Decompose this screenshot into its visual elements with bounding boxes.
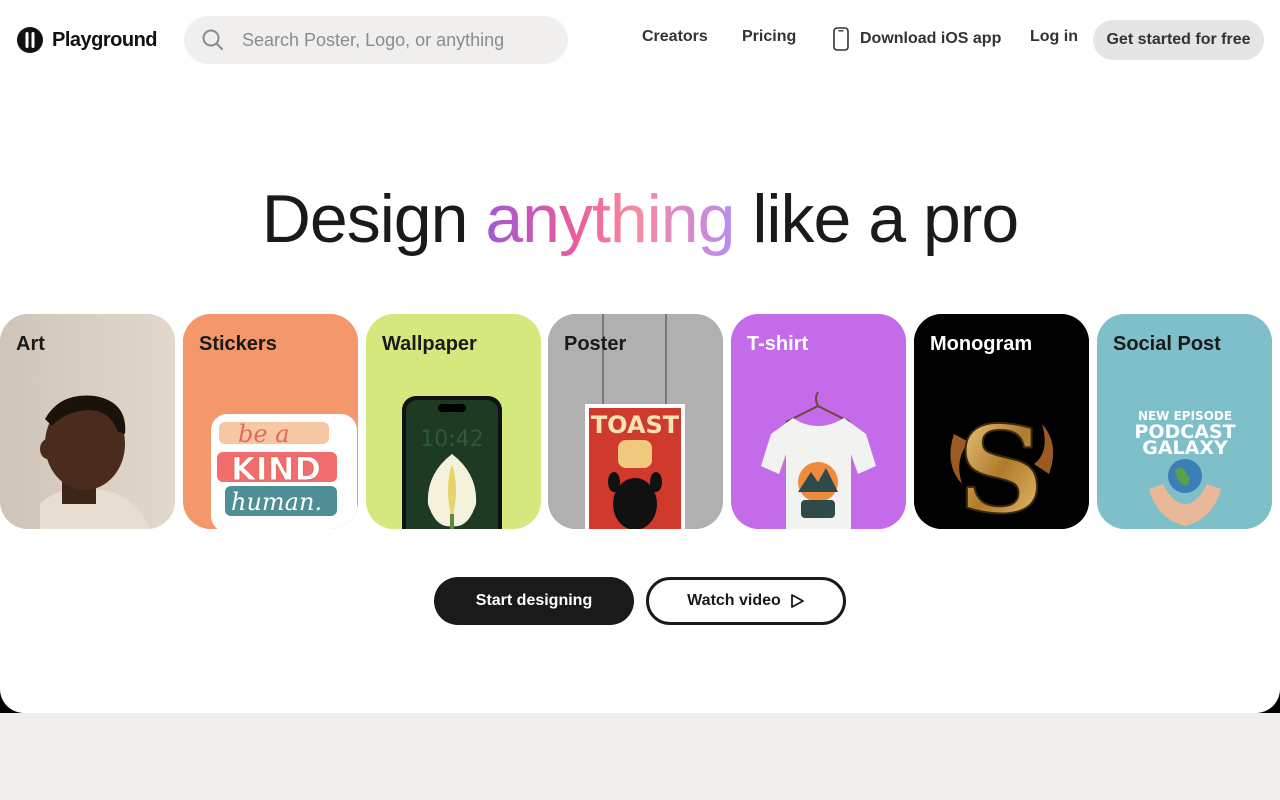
- search-icon: [202, 29, 223, 50]
- hero-title: Design anything like a pro: [0, 180, 1280, 258]
- card-social-post-label: Social Post: [1113, 333, 1221, 355]
- brand-name: Playground: [52, 28, 158, 51]
- playground-logo-icon: [17, 27, 43, 53]
- category-cards: Art be a KIND human. Stickers 10:42 Wall…: [0, 314, 1280, 529]
- nav-download-ios-label: Download iOS app: [860, 30, 1002, 47]
- play-icon: [790, 594, 804, 608]
- monogram-letter: S: [958, 400, 1045, 529]
- card-stickers-label: Stickers: [199, 333, 277, 355]
- social-post-line-3: GALAXY: [1142, 437, 1228, 459]
- sticker-text-1: be a: [238, 420, 290, 448]
- card-art[interactable]: Art: [0, 314, 175, 529]
- nav-creators[interactable]: Creators: [642, 28, 708, 46]
- site-header: Playground Creators Pricing Download iOS…: [0, 0, 1280, 80]
- search-input[interactable]: [242, 29, 542, 51]
- sticker-text-2: KIND: [231, 450, 321, 488]
- hero-title-highlight: anything: [485, 181, 735, 257]
- card-monogram-label: Monogram: [930, 333, 1033, 355]
- card-stickers[interactable]: be a KIND human. Stickers: [183, 314, 358, 529]
- hero-title-pre: Design: [261, 181, 486, 257]
- card-tshirt-label: T-shirt: [747, 333, 809, 355]
- nav-login[interactable]: Log in: [1030, 28, 1078, 46]
- card-wallpaper[interactable]: 10:42 Wallpaper: [366, 314, 541, 529]
- watch-video-label: Watch video: [687, 592, 781, 609]
- logo-link[interactable]: Playground: [16, 26, 158, 54]
- card-wallpaper-label: Wallpaper: [382, 333, 477, 355]
- footer-background: [0, 713, 1280, 800]
- card-poster-label: Poster: [564, 333, 627, 355]
- search-bar[interactable]: [184, 16, 568, 64]
- watch-video-button[interactable]: Watch video: [646, 577, 846, 625]
- get-started-button[interactable]: Get started for free: [1093, 20, 1264, 60]
- card-poster[interactable]: TOAST Poster: [548, 314, 723, 529]
- card-tshirt[interactable]: T-shirt: [731, 314, 906, 529]
- phone-icon: [833, 27, 849, 51]
- hero-title-post: like a pro: [734, 181, 1019, 257]
- card-monogram[interactable]: S Monogram: [914, 314, 1089, 529]
- card-art-label: Art: [16, 333, 45, 355]
- sticker-text-3: human.: [231, 488, 322, 516]
- start-designing-button[interactable]: Start designing: [434, 577, 634, 625]
- nav-pricing[interactable]: Pricing: [742, 28, 796, 46]
- card-social-post[interactable]: NEW EPISODE PODCAST GALAXY Social Post: [1097, 314, 1272, 529]
- nav-download-ios[interactable]: Download iOS app: [832, 27, 1001, 51]
- poster-title: TOAST: [591, 411, 680, 439]
- page: Playground Creators Pricing Download iOS…: [0, 0, 1280, 713]
- wallpaper-time: 10:42: [420, 427, 483, 452]
